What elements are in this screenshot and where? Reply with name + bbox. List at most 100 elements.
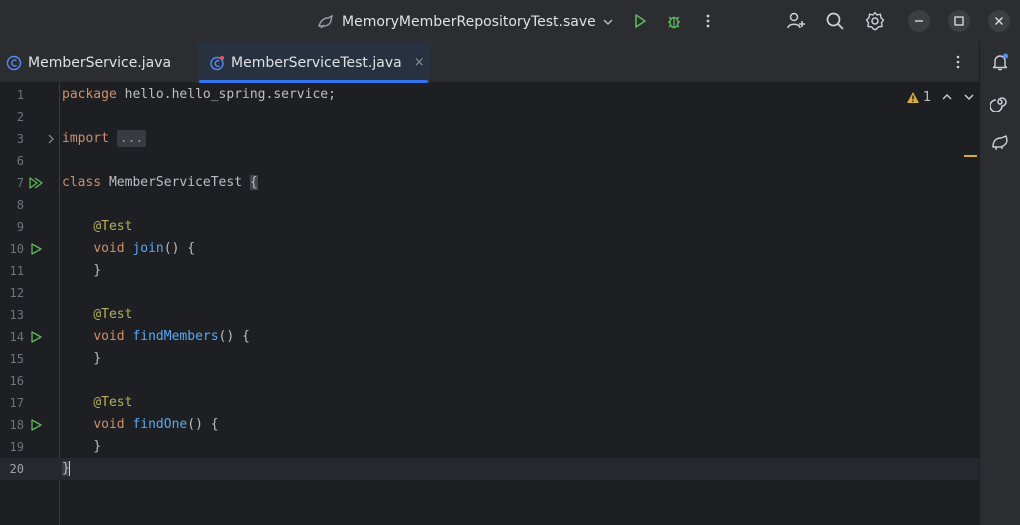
line-number: 20 <box>9 462 24 476</box>
search-button[interactable] <box>823 9 847 33</box>
tabs-more-button[interactable] <box>948 52 968 72</box>
folded-imports[interactable]: ... <box>116 130 147 147</box>
run-test-gutter-button[interactable] <box>28 418 44 432</box>
run-all-icon <box>29 177 43 189</box>
search-icon <box>826 12 844 30</box>
line-number: 15 <box>9 352 24 366</box>
code-text: import ... <box>62 128 147 150</box>
annotation: @Test <box>93 219 133 234</box>
keyword: class <box>62 175 102 190</box>
run-test-gutter-button[interactable] <box>28 242 44 256</box>
package-name: hello.hello_spring.service; <box>116 87 336 102</box>
brace: { <box>249 175 258 190</box>
settings-icon <box>865 11 885 31</box>
title-bar: MemoryMemberRepositoryTest.save <box>0 0 1020 42</box>
run-button[interactable] <box>628 9 652 33</box>
keyword: void <box>93 417 125 432</box>
run-test-gutter-button[interactable] <box>28 330 44 344</box>
chevron-down-icon <box>603 19 613 26</box>
line-number: 2 <box>16 110 24 124</box>
close-icon <box>988 10 1010 32</box>
run-icon <box>31 331 42 343</box>
code-line: 15 } <box>0 348 979 370</box>
run-icon <box>31 243 42 255</box>
code-line: 16 <box>0 370 979 392</box>
line-number: 3 <box>16 132 24 146</box>
tab-member-service-test[interactable]: MemberServiceTest.java × <box>197 42 430 83</box>
run-icon <box>31 419 42 431</box>
more-actions-button[interactable] <box>696 9 720 33</box>
keyword: package <box>62 87 117 102</box>
code-text: package hello.hello_spring.service; <box>62 84 336 106</box>
code-line: 10 void join() { <box>0 238 979 260</box>
debug-icon <box>668 16 680 29</box>
run-config-name: MemoryMemberRepositoryTest.save <box>342 14 596 30</box>
minimize-button[interactable] <box>907 9 931 33</box>
keyword: void <box>93 329 125 344</box>
code-line: 12 <box>0 282 979 304</box>
code-text: void join() { <box>62 238 195 260</box>
code-text: void findOne() { <box>62 414 218 436</box>
settings-button[interactable] <box>863 9 887 33</box>
run-icon <box>635 14 646 28</box>
code-line: 6 <box>0 150 979 172</box>
code-text: } <box>62 436 101 458</box>
elephant-icon <box>992 135 1008 150</box>
line-number: 12 <box>9 286 24 300</box>
bell-icon <box>992 53 1009 71</box>
run-config-icon <box>318 14 334 29</box>
code-text: void findMembers() { <box>62 326 250 348</box>
method-signature: () { <box>218 329 250 344</box>
line-number: 16 <box>9 374 24 388</box>
java-class-icon <box>6 55 22 70</box>
brace: } <box>93 263 102 278</box>
class-name: MemberServiceTest <box>101 175 250 190</box>
code-with-me-button[interactable] <box>784 9 808 33</box>
method-name: findOne <box>132 417 188 432</box>
code-line: 19 } <box>0 436 979 458</box>
code-line: 11 } <box>0 260 979 282</box>
code-text: } <box>62 348 101 370</box>
editor-tab-bar: MemberService.java MemberServiceTest.jav… <box>0 42 979 83</box>
code-line: 18 void findOne() { <box>0 414 979 436</box>
run-class-gutter-button[interactable] <box>28 176 44 190</box>
notifications-button[interactable] <box>988 50 1012 74</box>
code-line: 9 @Test <box>0 216 979 238</box>
debug-button[interactable] <box>662 9 686 33</box>
code-line: 1 package hello.hello_spring.service; <box>0 84 979 106</box>
method-name: findMembers <box>132 329 219 344</box>
maximize-icon <box>948 10 970 32</box>
more-vertical-icon <box>956 55 960 69</box>
line-number: 11 <box>9 264 24 278</box>
tab-label: MemberServiceTest.java <box>231 54 402 71</box>
code-line: 8 <box>0 194 979 216</box>
line-number: 8 <box>16 198 24 212</box>
ai-assistant-button[interactable] <box>988 90 1012 114</box>
close-window-button[interactable] <box>987 9 1011 33</box>
code-editor[interactable]: 1 1 package hello.hello_spring.service; … <box>0 83 979 525</box>
line-number: 1 <box>16 88 24 102</box>
brace: } <box>93 439 102 454</box>
fold-expand-button[interactable] <box>46 132 56 146</box>
line-number: 14 <box>9 330 24 344</box>
chevron-right-icon <box>48 134 54 144</box>
code-text: @Test <box>62 304 132 326</box>
line-number: 13 <box>9 308 24 322</box>
spiral-icon <box>990 97 1007 112</box>
line-number: 9 <box>16 220 24 234</box>
tab-member-service[interactable]: MemberService.java <box>4 42 181 83</box>
code-line: 17 @Test <box>0 392 979 414</box>
keyword: import <box>62 131 109 146</box>
code-text: } <box>62 458 70 480</box>
keyword: void <box>93 241 125 256</box>
gradle-button[interactable] <box>988 130 1012 154</box>
code-line: 13 @Test <box>0 304 979 326</box>
minimize-icon <box>908 10 930 32</box>
maximize-button[interactable] <box>947 9 971 33</box>
annotation: @Test <box>93 395 133 410</box>
tab-close-icon[interactable]: × <box>414 55 425 70</box>
line-number: 19 <box>9 440 24 454</box>
run-config-selector[interactable]: MemoryMemberRepositoryTest.save <box>316 10 614 34</box>
code-line: 7 class MemberServiceTest { <box>0 172 979 194</box>
code-text: } <box>62 260 101 282</box>
